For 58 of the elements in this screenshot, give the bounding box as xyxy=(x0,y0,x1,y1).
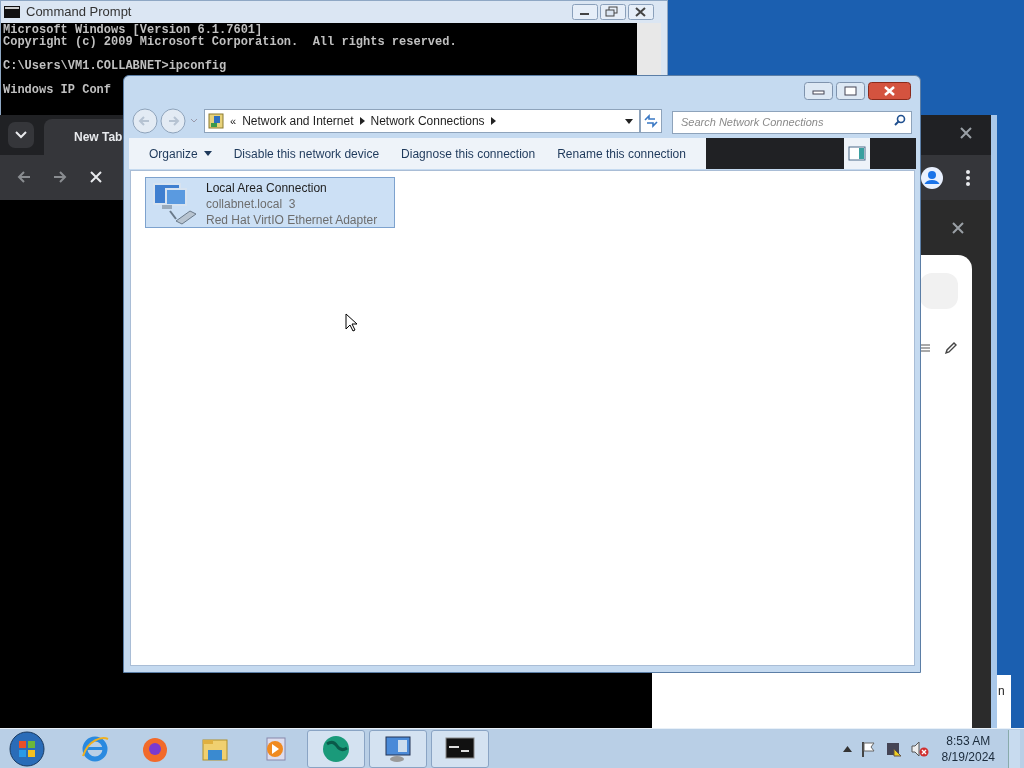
breadcrumb-item[interactable]: Network and Internet xyxy=(242,112,354,130)
toolbar-button[interactable]: Rename this connection xyxy=(547,140,696,167)
search-icon[interactable] xyxy=(894,114,906,126)
refresh-button[interactable] xyxy=(640,109,662,133)
console-line: Copyright (c) 2009 Microsoft Corporation. All rights reserved. xyxy=(3,36,457,48)
connection-item[interactable]: Local Area Connection collabnet.local 3 Red Hat VirtIO Ethernet Adapter xyxy=(145,177,395,228)
console-icon xyxy=(4,6,20,18)
stop-icon[interactable] xyxy=(88,169,104,185)
list-icon[interactable] xyxy=(920,344,930,352)
search-field[interactable]: Search Network Connections xyxy=(672,110,912,134)
profile-icon[interactable] xyxy=(921,167,943,189)
shortcut-tile[interactable] xyxy=(920,273,958,309)
breadcrumb-item[interactable]: Network Connections xyxy=(370,112,485,130)
close-button[interactable] xyxy=(868,82,911,100)
window-title: Command Prompt xyxy=(26,3,132,22)
flag-icon[interactable] xyxy=(860,740,877,757)
tab-list-button[interactable] xyxy=(8,122,34,148)
control-panel-icon xyxy=(383,733,413,764)
clock-time: 8:53 AM xyxy=(946,732,991,749)
address-bar[interactable]: « Network and Internet Network Connections xyxy=(204,109,640,133)
close-icon[interactable] xyxy=(951,221,965,235)
mouse-cursor-icon xyxy=(345,313,358,332)
show-hidden-icons-button[interactable] xyxy=(842,745,852,752)
restore-button[interactable] xyxy=(600,4,626,20)
close-button[interactable] xyxy=(628,4,654,20)
preview-pane-button[interactable] xyxy=(844,138,870,169)
clock[interactable]: 8:53 AM 8/19/2024 xyxy=(941,732,995,765)
tab-title: New Tab xyxy=(74,129,123,146)
breadcrumb-overflow[interactable]: « xyxy=(230,112,237,130)
connection-name: Local Area Connection xyxy=(206,180,328,196)
close-icon[interactable] xyxy=(958,125,974,141)
adapter-name: Red Hat VirtIO Ethernet Adapter xyxy=(206,212,378,228)
toolbar-button[interactable]: Diagnose this connection xyxy=(391,140,546,167)
console-line: Windows IP Conf xyxy=(3,84,112,96)
taskbar-button[interactable] xyxy=(307,729,365,768)
globe-icon xyxy=(321,733,351,764)
scrollbar[interactable] xyxy=(637,23,661,75)
arrow-icon[interactable] xyxy=(359,117,365,125)
toolbar-button[interactable]: Disable this network device xyxy=(223,140,390,167)
maximize-button[interactable] xyxy=(836,82,865,100)
speaker-muted-icon[interactable] xyxy=(910,740,929,757)
network-adapter-icon xyxy=(150,181,198,227)
console-line: Microsoft Windows [Version 6.1.7601] xyxy=(3,24,263,36)
network-warning-icon[interactable] xyxy=(885,740,902,757)
control-panel-icon xyxy=(208,113,224,129)
clock-date: 8/19/2024 xyxy=(941,748,995,765)
start-button[interactable] xyxy=(9,730,45,767)
back-icon[interactable] xyxy=(16,169,32,185)
menu-icon[interactable] xyxy=(965,169,971,187)
taskbar-button[interactable] xyxy=(431,729,489,768)
forward-icon[interactable] xyxy=(52,169,68,185)
network-name: collabnet.local 3 xyxy=(206,196,297,212)
toolbar-button[interactable]: Organize xyxy=(139,140,222,167)
minimize-button[interactable] xyxy=(572,4,598,20)
arrow-icon[interactable] xyxy=(490,117,496,125)
dropdown-icon[interactable] xyxy=(625,118,633,124)
console-line: C:\Users\VM1.COLLABNET>ipconfig xyxy=(3,60,227,72)
pencil-icon[interactable] xyxy=(944,341,958,355)
